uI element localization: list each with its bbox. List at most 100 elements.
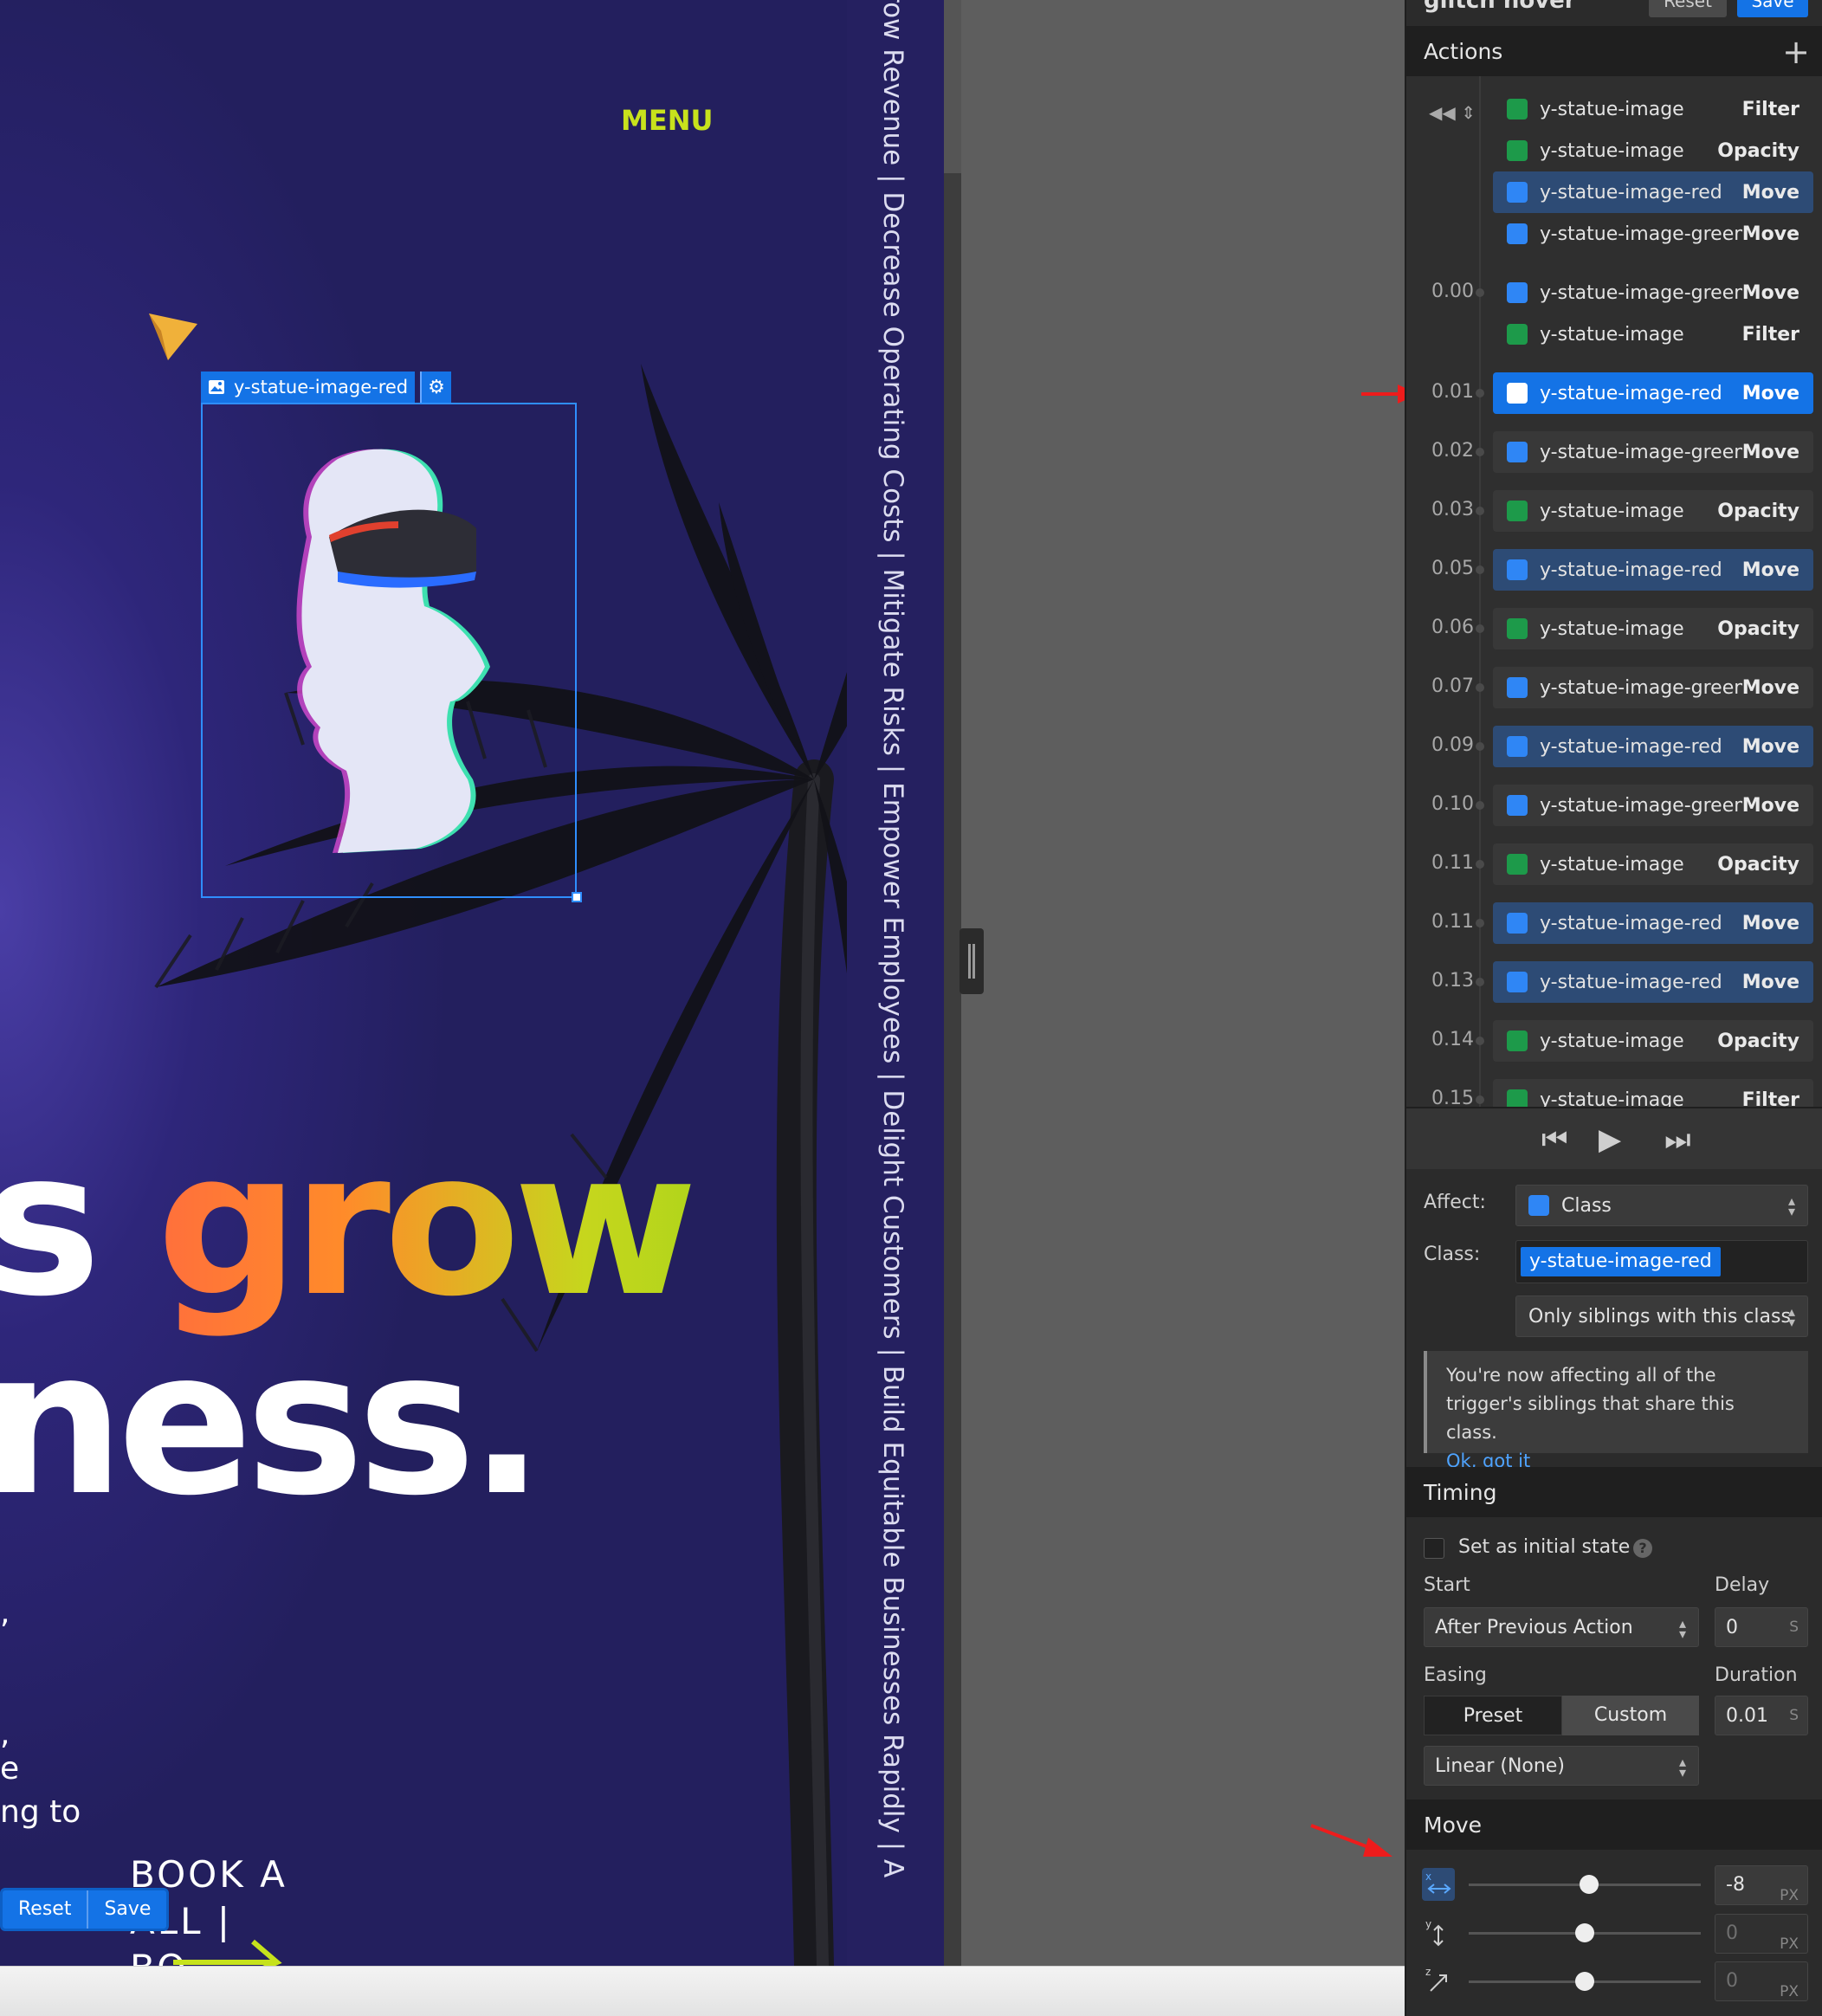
brush-icon — [1507, 677, 1528, 698]
headline-prefix: s — [0, 1109, 101, 1341]
x-unit: PX — [1780, 1887, 1799, 1904]
timeline-action-row[interactable]: y-statue-image Opacity — [1493, 608, 1813, 649]
action-type: Move — [1741, 794, 1799, 817]
timeline-action-row[interactable]: y-statue-image Opacity — [1493, 490, 1813, 532]
timeline-action-row[interactable]: y-statue-image-red Move — [1493, 372, 1813, 414]
timeline-action-row[interactable]: y-statue-image-green Move — [1493, 785, 1813, 826]
actions-timeline[interactable]: ◀◀ ⇕ y-statue-image Filter y-statue-image O… — [1406, 76, 1822, 1107]
timeline-dot — [1476, 1037, 1484, 1045]
skip-back-icon[interactable]: ⏮ — [1541, 1122, 1568, 1157]
action-target: y-statue-image-green — [1540, 281, 1742, 304]
canvas-scrollbar-thumb[interactable] — [944, 0, 961, 173]
affect-select[interactable]: Class ▴ ▾ — [1515, 1185, 1808, 1226]
collapse-group-icon[interactable]: ◀◀ ⇕ — [1429, 102, 1476, 123]
hero-headline-line-1: s grow — [0, 1126, 698, 1325]
timeline-action-row[interactable]: y-statue-image Filter — [1493, 1079, 1813, 1107]
action-type: Move — [1741, 912, 1799, 934]
z-move-input[interactable]: 0 PX — [1715, 1961, 1808, 2001]
canvas-save-button[interactable]: Save — [87, 1890, 166, 1929]
timeline-action-row[interactable]: y-statue-image-red Move — [1493, 549, 1813, 591]
bolt-icon — [1507, 854, 1528, 875]
canvas-reset-button[interactable]: Reset — [3, 1890, 87, 1929]
timeline-action-row[interactable]: y-statue-image Opacity — [1493, 1020, 1813, 1062]
vertical-ticker-text: row Revenue | Decrease Operating Costs |… — [877, 0, 908, 1878]
select-arrows-icon: ▴ ▾ — [1678, 1754, 1686, 1780]
action-type: Opacity — [1717, 853, 1799, 876]
image-icon — [209, 380, 224, 394]
bolt-icon — [1507, 1031, 1528, 1051]
timeline-action-row[interactable]: y-statue-image-red Move — [1493, 171, 1813, 213]
duration-value: 0.01 — [1726, 1704, 1768, 1727]
brush-icon — [1507, 736, 1528, 757]
selected-element-name: y-statue-image-red — [234, 377, 409, 397]
brush-icon — [1507, 559, 1528, 580]
timeline-dot — [1476, 860, 1484, 869]
y-axis-icon[interactable]: y — [1422, 1916, 1455, 1948]
delay-input[interactable]: 0 S — [1715, 1607, 1808, 1647]
x-slider-knob[interactable] — [1580, 1875, 1599, 1894]
class-tag[interactable]: y-statue-image-red — [1521, 1247, 1721, 1276]
duration-input[interactable]: 0.01 S — [1715, 1696, 1808, 1735]
x-axis-icon[interactable]: x — [1422, 1868, 1455, 1901]
action-target: y-statue-image — [1540, 139, 1684, 162]
menu-link[interactable]: MENU — [621, 104, 713, 137]
svg-text:x: x — [1425, 1871, 1431, 1883]
easing-select[interactable]: Linear (None) ▴ ▾ — [1424, 1746, 1699, 1786]
timeline-action-row[interactable]: y-statue-image-red Move — [1493, 902, 1813, 944]
timeline-axis — [1479, 76, 1481, 1107]
y-move-input[interactable]: 0 PX — [1715, 1914, 1808, 1954]
action-type: Filter — [1741, 323, 1799, 346]
selection-outline[interactable] — [201, 403, 577, 898]
x-move-input[interactable]: -8 PX — [1715, 1865, 1808, 1905]
timeline-time: 0.00 — [1431, 281, 1474, 302]
move-section-header: Move — [1406, 1800, 1822, 1850]
save-button[interactable]: Save — [1737, 0, 1808, 17]
action-type: Move — [1741, 382, 1799, 404]
timeline-action-row[interactable]: y-statue-image Filter — [1493, 88, 1813, 130]
playback-controls: ⏮ ▶ ⏭ — [1406, 1107, 1822, 1169]
easing-custom-tab[interactable]: Custom — [1562, 1696, 1699, 1735]
help-icon[interactable]: ? — [1633, 1539, 1652, 1558]
play-icon[interactable]: ▶ — [1599, 1122, 1621, 1157]
timeline-action-row[interactable]: y-statue-image-green Move — [1493, 272, 1813, 313]
action-type: Opacity — [1717, 1030, 1799, 1052]
timeline-action-row[interactable]: y-statue-image Opacity — [1493, 843, 1813, 885]
timeline-dot — [1476, 683, 1484, 692]
start-select[interactable]: After Previous Action ▴ ▾ — [1424, 1607, 1699, 1647]
canvas-scrollbar[interactable] — [944, 0, 961, 1966]
gear-icon[interactable]: ⚙ — [420, 372, 451, 403]
headline-highlight: grow — [156, 1109, 698, 1341]
timeline-dot — [1476, 565, 1484, 574]
timeline-action-row[interactable]: y-statue-image-red Move — [1493, 961, 1813, 1003]
action-target: y-statue-image-green — [1540, 676, 1742, 699]
z-axis-icon[interactable]: z — [1422, 1963, 1455, 1996]
resize-corner-handle[interactable] — [572, 892, 582, 902]
initial-state-checkbox[interactable] — [1424, 1538, 1444, 1559]
timeline-time: 0.14 — [1431, 1029, 1474, 1050]
timeline-action-row[interactable]: y-statue-image-green Move — [1493, 667, 1813, 708]
timeline-action-row[interactable]: y-statue-image-green Move — [1493, 213, 1813, 255]
timeline-action-row[interactable]: y-statue-image-red Move — [1493, 726, 1813, 767]
timeline-action-row[interactable]: y-statue-image Filter — [1493, 313, 1813, 355]
action-target: y-statue-image — [1540, 617, 1684, 640]
affect-label: Affect: — [1424, 1192, 1486, 1213]
easing-preset-tab[interactable]: Preset — [1424, 1696, 1562, 1735]
timeline-action-row[interactable]: y-statue-image-green Move — [1493, 431, 1813, 473]
selected-element-badge[interactable]: y-statue-image-red — [201, 372, 416, 403]
timeline-time: 0.03 — [1431, 499, 1474, 520]
easing-label: Easing — [1424, 1664, 1487, 1686]
select-arrows-icon: ▴ ▾ — [1678, 1615, 1686, 1642]
skip-forward-icon[interactable]: ⏭ — [1664, 1122, 1691, 1157]
timeline-action-row[interactable]: y-statue-image Opacity — [1493, 130, 1813, 171]
select-arrows-icon: ▴ ▾ — [1787, 1192, 1795, 1219]
svg-text:y: y — [1425, 1918, 1431, 1930]
panel-resize-handle[interactable] — [959, 928, 984, 994]
duration-label: Duration — [1715, 1664, 1798, 1686]
action-type: Filter — [1741, 98, 1799, 120]
reset-button[interactable]: Reset — [1649, 0, 1727, 17]
design-canvas[interactable]: y-statue-image-red ⚙ MENU row Revenue | … — [0, 0, 944, 1966]
y-slider-knob[interactable] — [1575, 1923, 1594, 1942]
add-action-icon[interactable]: + — [1782, 33, 1810, 71]
sibling-scope-select[interactable]: Only siblings with this class ▴ ▾ — [1515, 1296, 1808, 1337]
z-slider-knob[interactable] — [1575, 1972, 1594, 1991]
